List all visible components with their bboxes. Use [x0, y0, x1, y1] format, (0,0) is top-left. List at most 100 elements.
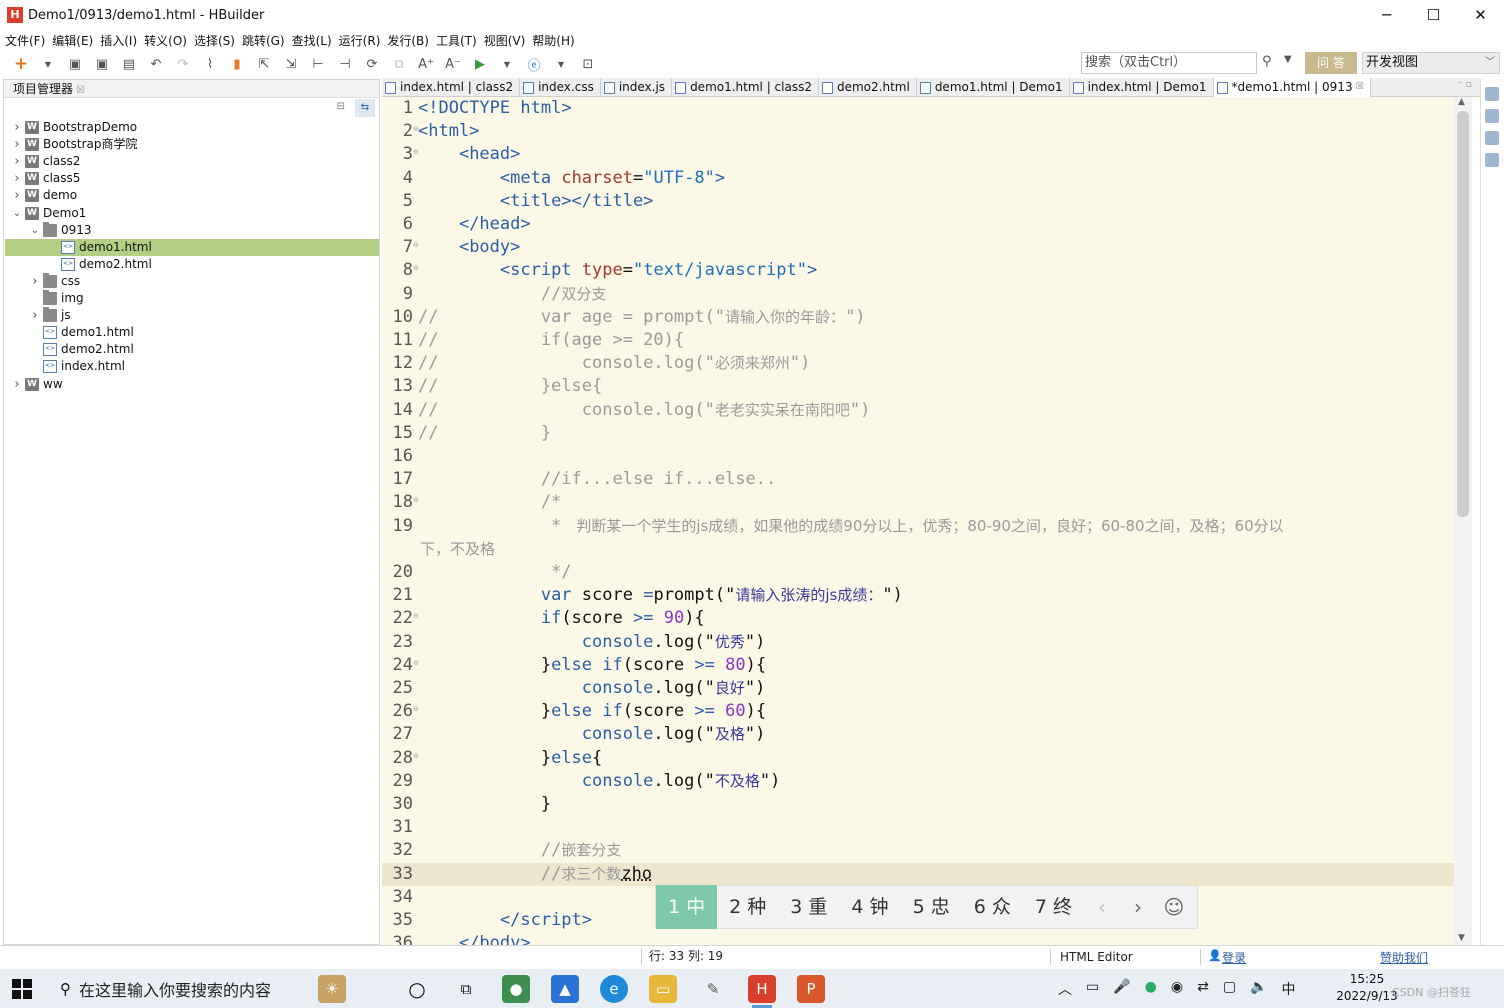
save-all-icon[interactable]: ▣ [91, 53, 113, 75]
preview-icon[interactable]: ⊡ [577, 53, 599, 75]
save-icon[interactable]: ▣ [64, 53, 86, 75]
chevron-right-icon[interactable]: › [29, 273, 41, 290]
goto-start-icon[interactable]: ⊢ [307, 53, 329, 75]
code-line[interactable]: 2 ⊖ <html> [382, 120, 1454, 143]
menu-item[interactable]: 插入(I) [100, 32, 137, 49]
menu-item[interactable]: 文件(F) [5, 32, 45, 49]
minimize-button[interactable]: ─ [1363, 0, 1410, 30]
emoji-icon[interactable]: ☺ [1156, 895, 1192, 919]
code-editor[interactable]: 1 <!DOCTYPE html> 2 ⊖ <html> 3 ⊖ <head> 4 <meta… [382, 97, 1454, 945]
tree-item[interactable]: › W BootstrapDemo [5, 119, 379, 136]
ime-candidate[interactable]: 3 重 [778, 885, 839, 929]
code-line[interactable]: 26 ⊖ }else if(score >= 60){ [382, 700, 1454, 723]
ime-candidate[interactable]: 2 种 [717, 885, 778, 929]
tree-item[interactable]: index.html [5, 358, 379, 375]
link-editor-icon[interactable]: ⇆ [355, 99, 375, 117]
network-icon[interactable]: ▢ [1223, 979, 1236, 999]
cortana-icon[interactable]: ○ [403, 975, 431, 1003]
chevron-left-icon[interactable]: ‹ [1084, 895, 1120, 919]
panel-close-icon[interactable]: ☒ [76, 85, 85, 96]
code-line[interactable]: 17 //if...else if...else.. [382, 468, 1454, 491]
preview-panel-icon[interactable] [1485, 109, 1499, 123]
goto-end-icon[interactable]: ⊣ [334, 53, 356, 75]
tree-item[interactable]: demo2.html [5, 341, 379, 358]
chevron-right-icon[interactable]: › [11, 119, 23, 136]
chevron-down-icon[interactable]: ⌄ [11, 205, 23, 222]
taskbar-search[interactable]: ⚲ 在这里输入你要搜索的内容 [48, 971, 310, 1006]
ime-candidate[interactable]: 5 忠 [901, 885, 962, 929]
tree-item[interactable]: demo1.html [5, 324, 379, 341]
edge-browser-icon[interactable]: e [600, 975, 628, 1003]
clock[interactable]: 15:25 2022/9/13 [1336, 971, 1398, 1005]
copy-icon[interactable]: ⧉ [388, 53, 410, 75]
run-icon[interactable]: ▶ [469, 53, 491, 75]
open-file-icon[interactable]: ⇱ [253, 53, 275, 75]
maximize-button[interactable]: ☐ [1410, 0, 1457, 30]
code-line[interactable]: 30 } [382, 793, 1454, 816]
code-line[interactable]: 18 ⊖ /* [382, 491, 1454, 514]
menu-item[interactable]: 工具(T) [436, 32, 477, 49]
console-icon[interactable] [1485, 153, 1499, 167]
code-line[interactable]: 14// console.log("老老实实呆在南阳吧") [382, 399, 1454, 422]
undo-icon[interactable]: ↶ [145, 53, 167, 75]
qa-button[interactable]: 问 答 [1305, 52, 1357, 74]
code-line[interactable]: 20 */ [382, 561, 1454, 584]
chevron-right-icon[interactable]: › [11, 187, 23, 204]
menu-item[interactable]: 转义(O) [144, 32, 187, 49]
code-line[interactable]: 21 var score =prompt("请输入张涛的js成绩：") [382, 584, 1454, 607]
code-line[interactable]: 22 ⊖ if(score >= 90){ [382, 607, 1454, 630]
editor-tab[interactable]: index.html | Demo1 [1070, 78, 1214, 97]
menu-item[interactable]: 选择(S) [194, 32, 235, 49]
menu-item[interactable]: 跳转(G) [242, 32, 285, 49]
collapse-all-icon[interactable]: ⊟ [337, 101, 345, 112]
code-line[interactable]: 9 //双分支 [382, 283, 1454, 306]
export-icon[interactable]: ⇲ [280, 53, 302, 75]
menu-item[interactable]: 发行(B) [387, 32, 429, 49]
code-line[interactable]: 36 </body> [382, 932, 1454, 945]
task-view-icon[interactable]: ⧉ [452, 975, 480, 1003]
editor-tab[interactable]: demo2.html [819, 78, 917, 97]
menu-item[interactable]: 查找(L) [292, 32, 332, 49]
volume-icon[interactable]: 🔈 [1250, 979, 1267, 999]
tree-item[interactable]: › css [5, 272, 379, 290]
outline-icon[interactable] [1485, 87, 1499, 101]
code-line[interactable]: 25 console.log("良好") [382, 677, 1454, 700]
file-explorer-icon[interactable]: ▭ [649, 975, 677, 1003]
tree-item[interactable]: › Wclass2 [5, 153, 379, 170]
code-line[interactable]: 31 [382, 816, 1454, 839]
editor-scrollbar[interactable]: ▲ ▼ [1454, 97, 1472, 945]
code-line[interactable]: 7 ⊖ <body> [382, 236, 1454, 259]
hbuilder-taskbar-icon[interactable]: H [748, 975, 776, 1008]
microphone-icon[interactable]: 🎤 [1113, 979, 1130, 999]
chevron-right-icon[interactable]: › [29, 307, 41, 324]
run-dropdown-icon[interactable]: ▼ [496, 53, 518, 75]
menu-item[interactable]: 运行(R) [339, 32, 381, 49]
font-increase-icon[interactable]: A⁺ [415, 53, 437, 75]
tree-item[interactable]: › js [5, 307, 379, 324]
editor-tab[interactable]: demo1.html | Demo1 [917, 78, 1070, 97]
app-icon[interactable]: ● [502, 975, 530, 1003]
editor-tab[interactable]: *demo1.html | 0913 ☒ [1213, 78, 1371, 97]
login-link[interactable]: 登录 [1222, 949, 1246, 966]
chevron-right-icon[interactable]: › [11, 136, 23, 153]
tree-item[interactable]: demo1.html [5, 238, 379, 256]
tree-item[interactable]: › Www [5, 376, 379, 393]
chevron-right-icon[interactable]: › [1120, 895, 1156, 919]
code-line[interactable]: 3 ⊖ <head> [382, 143, 1454, 166]
close-button[interactable]: ✕ [1457, 0, 1504, 30]
code-line[interactable]: 下，不及格 [382, 538, 1454, 561]
show-hidden-icon[interactable]: ︿ [1058, 979, 1072, 999]
qq-icon[interactable]: ◉ [1171, 979, 1183, 999]
weather-widget-icon[interactable]: ☀ [318, 975, 346, 1003]
redo-icon[interactable]: ↷ [172, 53, 194, 75]
editor-tab[interactable]: index.js [601, 78, 673, 97]
menu-item[interactable]: 视图(V) [484, 32, 526, 49]
windows-start-icon[interactable] [12, 979, 32, 999]
scroll-down-icon[interactable]: ▼ [1458, 933, 1465, 943]
chevron-right-icon[interactable]: › [11, 170, 23, 187]
photos-icon[interactable]: ▲ [551, 975, 579, 1003]
search-input[interactable]: 搜索（双击Ctrl） [1081, 52, 1257, 74]
editor-tab[interactable]: demo1.html | class2 [672, 78, 819, 97]
code-line[interactable]: 13// }else{ [382, 375, 1454, 398]
tree-item[interactable]: ⌄ 0913 [5, 221, 379, 239]
